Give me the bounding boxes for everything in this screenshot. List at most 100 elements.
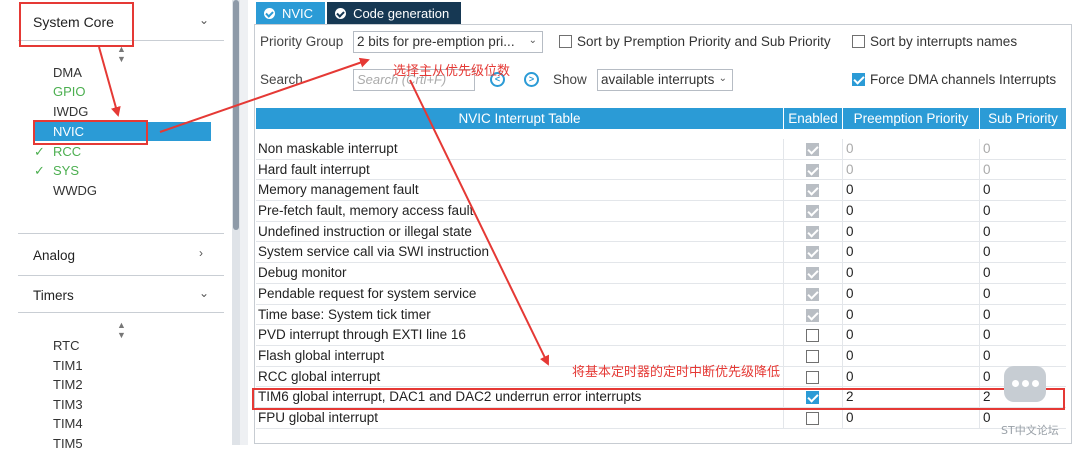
sidebar-item-tim2[interactable]: TIM2 bbox=[33, 375, 211, 394]
sub-priority-cell[interactable]: 0 bbox=[980, 305, 1066, 325]
sidebar-item-tim4[interactable]: TIM4 bbox=[33, 414, 211, 433]
enabled-checkbox[interactable] bbox=[806, 370, 819, 384]
chevron-right-icon[interactable]: › bbox=[199, 246, 203, 260]
sidebar-item-gpio[interactable]: GPIO bbox=[33, 82, 211, 101]
sub-priority-cell[interactable]: 0 bbox=[980, 201, 1066, 221]
chevron-down-icon[interactable]: ⌄ bbox=[199, 13, 209, 27]
sidebar-item-label: RTC bbox=[53, 338, 80, 353]
column-header-preemption[interactable]: Preemption Priority bbox=[843, 108, 980, 129]
sidebar-item-tim1[interactable]: TIM1 bbox=[33, 356, 211, 375]
sidebar-item-wwdg[interactable]: WWDG bbox=[33, 181, 211, 200]
enabled-cell bbox=[784, 407, 843, 428]
sidebar-scrollbar-thumb[interactable] bbox=[233, 0, 239, 230]
table-row[interactable]: Pre-fetch fault, memory access fault 0 0 bbox=[256, 201, 1066, 222]
show-label: Show bbox=[553, 72, 587, 87]
table-row[interactable]: Memory management fault 0 0 bbox=[256, 180, 1066, 202]
sidebar-item-label: IWDG bbox=[53, 104, 89, 119]
preemption-priority-cell[interactable]: 0 bbox=[843, 283, 980, 304]
priority-group-value: 2 bits for pre-emption pri... bbox=[357, 34, 515, 49]
column-header-name[interactable]: NVIC Interrupt Table bbox=[256, 108, 784, 129]
sub-priority-cell[interactable]: 0 bbox=[980, 222, 1066, 242]
table-row[interactable]: Undefined instruction or illegal state 0 0 bbox=[256, 221, 1066, 243]
priority-group-select[interactable]: 2 bits for pre-emption pri... ⌄ bbox=[353, 31, 543, 53]
column-header-sub[interactable]: Sub Priority bbox=[980, 108, 1066, 129]
interrupt-name: Hard fault interrupt bbox=[256, 159, 784, 180]
sidebar-item-tim3[interactable]: TIM3 bbox=[33, 395, 211, 414]
enabled-checkbox bbox=[806, 143, 819, 156]
sort-premption-checkbox[interactable] bbox=[559, 35, 572, 48]
tab-nvic[interactable]: NVIC bbox=[256, 2, 326, 24]
enabled-checkbox[interactable] bbox=[806, 329, 819, 343]
table-row[interactable]: PVD interrupt through EXTI line 16 0 0 bbox=[256, 325, 1066, 346]
sub-priority-cell[interactable]: 0 bbox=[980, 284, 1066, 304]
annotation-timer-note: 将基本定时器的定时中断优先级降低 bbox=[572, 365, 781, 380]
enabled-checkbox bbox=[806, 163, 819, 177]
sub-priority-cell[interactable]: 0 bbox=[980, 160, 1066, 180]
sub-priority-cell[interactable]: 0 bbox=[980, 242, 1066, 262]
interrupt-name: System service call via SWI instruction bbox=[256, 242, 784, 263]
sub-priority-cell[interactable]: 0 bbox=[980, 263, 1066, 283]
preemption-priority-cell[interactable]: 0 bbox=[843, 407, 980, 428]
chat-bubble-icon bbox=[1004, 366, 1046, 402]
preemption-priority-cell[interactable]: 0 bbox=[843, 139, 980, 159]
tab-code-generation[interactable]: Code generation bbox=[327, 2, 462, 24]
divider bbox=[18, 233, 224, 234]
chevron-down-icon[interactable]: ⌄ bbox=[199, 286, 209, 300]
preemption-priority-cell[interactable]: 0 bbox=[843, 263, 980, 283]
table-row[interactable]: Non maskable interrupt 0 0 bbox=[256, 139, 1066, 160]
sidebar-item-sys[interactable]: ✓ SYS bbox=[33, 161, 211, 180]
timers-header[interactable]: Timers bbox=[33, 288, 74, 303]
chevron-down-icon: ⌄ bbox=[528, 35, 537, 46]
table-row[interactable]: FPU global interrupt 0 0 bbox=[256, 407, 1066, 429]
preemption-priority-cell[interactable]: 0 bbox=[843, 159, 980, 180]
highlight-nvic bbox=[33, 120, 148, 145]
checkmark-icon: ✓ bbox=[34, 163, 45, 178]
enabled-cell bbox=[784, 221, 843, 242]
table-row[interactable]: Debug monitor 0 0 bbox=[256, 263, 1066, 284]
interrupt-name: Time base: System tick timer bbox=[256, 304, 784, 325]
tab-bar: NVIC Code generation bbox=[256, 2, 463, 24]
table-row[interactable]: System service call via SWI instruction 0… bbox=[256, 242, 1066, 264]
enabled-checkbox bbox=[806, 205, 819, 219]
search-next-icon[interactable]: > bbox=[524, 72, 539, 87]
preemption-priority-cell[interactable]: 0 bbox=[843, 221, 980, 242]
annotation-priority-note: 选择主从优先级位数 bbox=[393, 64, 511, 79]
table-row[interactable]: Hard fault interrupt 0 0 bbox=[256, 159, 1066, 181]
enabled-cell bbox=[784, 304, 843, 325]
sidebar-item-label: TIM1 bbox=[53, 358, 83, 373]
preemption-priority-cell[interactable]: 0 bbox=[843, 242, 980, 263]
table-header: NVIC Interrupt Table Enabled Preemption … bbox=[256, 108, 1066, 129]
table-row[interactable]: Time base: System tick timer 0 0 bbox=[256, 304, 1066, 326]
sort-names-label: Sort by interrupts names bbox=[870, 34, 1018, 49]
sidebar-item-iwdg[interactable]: IWDG bbox=[33, 102, 211, 121]
sub-priority-cell[interactable]: 0 bbox=[980, 325, 1066, 345]
enabled-cell bbox=[784, 159, 843, 180]
preemption-priority-cell[interactable]: 0 bbox=[843, 345, 980, 366]
enabled-checkbox[interactable] bbox=[806, 411, 819, 425]
preemption-priority-cell[interactable]: 0 bbox=[843, 366, 980, 387]
enabled-checkbox bbox=[806, 308, 819, 322]
preemption-priority-cell[interactable]: 0 bbox=[843, 201, 980, 221]
interrupt-name: Non maskable interrupt bbox=[256, 139, 784, 159]
sidebar-item-label: RCC bbox=[53, 144, 82, 159]
sub-priority-cell[interactable]: 0 bbox=[980, 180, 1066, 200]
analog-header[interactable]: Analog bbox=[33, 248, 75, 263]
sidebar-item-rtc[interactable]: RTC bbox=[33, 336, 211, 355]
sidebar-item-tim5[interactable]: TIM5 bbox=[33, 434, 211, 453]
sort-icon[interactable]: ▲ ▼ bbox=[117, 44, 126, 64]
table-row[interactable]: Pendable request for system service 0 0 bbox=[256, 283, 1066, 305]
preemption-priority-cell[interactable]: 0 bbox=[843, 304, 980, 325]
enabled-checkbox[interactable] bbox=[806, 349, 819, 363]
preemption-priority-cell[interactable]: 0 bbox=[843, 325, 980, 345]
force-dma-checkbox[interactable] bbox=[852, 73, 865, 86]
check-circle-icon bbox=[264, 7, 275, 19]
sort-premption-label: Sort by Premption Priority and Sub Prior… bbox=[577, 34, 831, 49]
column-header-enabled[interactable]: Enabled bbox=[784, 108, 843, 129]
preemption-priority-cell[interactable]: 0 bbox=[843, 180, 980, 201]
interrupt-table: Non maskable interrupt 0 0 Hard fault inter… bbox=[256, 139, 1066, 429]
sub-priority-cell[interactable]: 0 bbox=[980, 139, 1066, 159]
sort-names-checkbox[interactable] bbox=[852, 35, 865, 48]
show-select[interactable]: available interrupts ⌄ bbox=[597, 69, 733, 91]
sidebar-item-dma[interactable]: DMA bbox=[33, 63, 211, 82]
watermark: ST中文论坛 bbox=[998, 360, 1080, 445]
